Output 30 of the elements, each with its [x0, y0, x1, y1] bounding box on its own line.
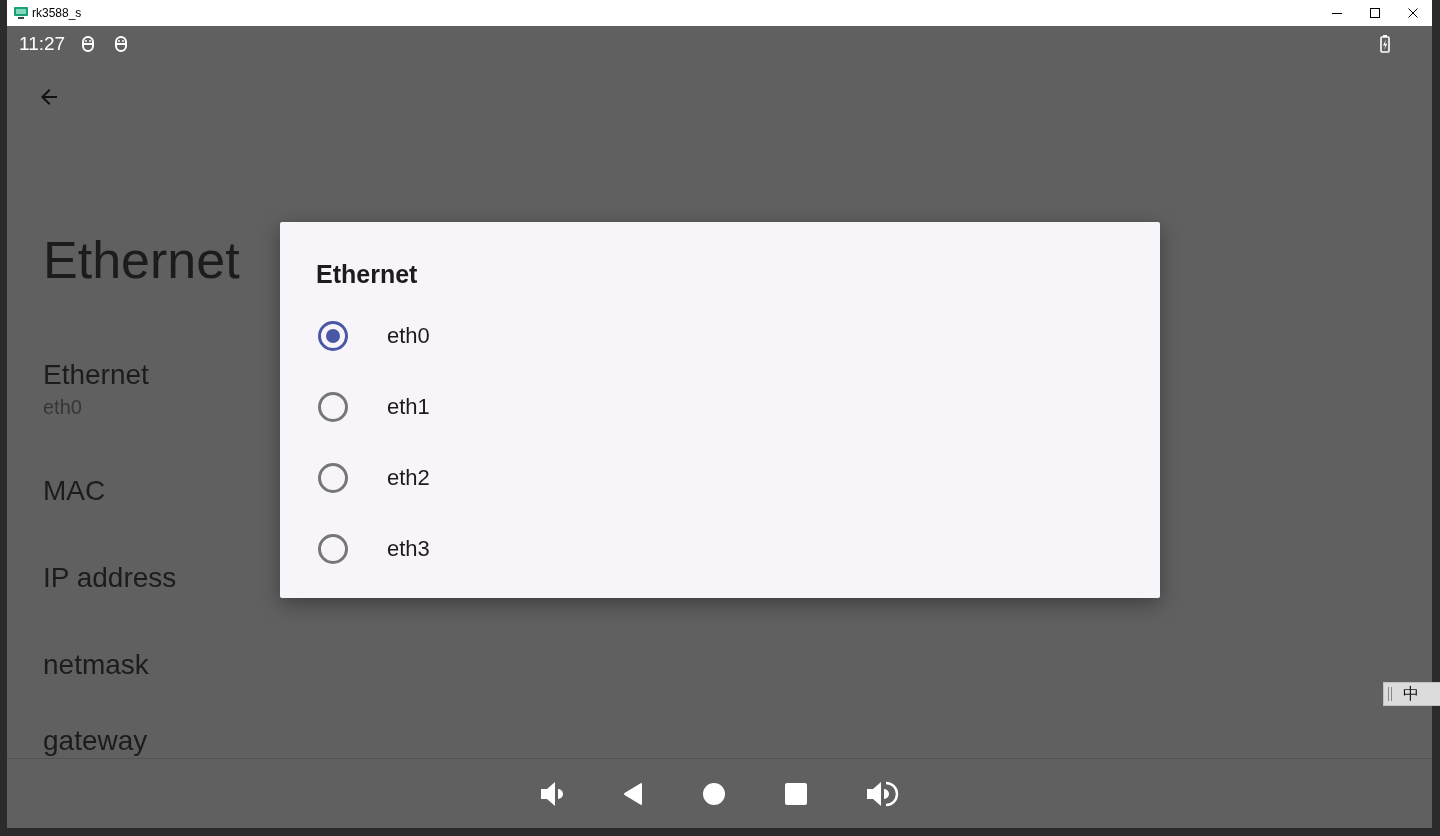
- setting-title: netmask: [43, 650, 149, 680]
- robot-face-icon: [81, 36, 96, 52]
- maximize-icon: [1370, 8, 1380, 18]
- input-mode-toggle[interactable]: 中: [1403, 685, 1419, 703]
- volume-up-icon[interactable]: [866, 779, 899, 808]
- window-title: rk3588_s: [32, 6, 82, 20]
- page-title: Ethernet: [43, 230, 240, 290]
- option-label: eth0: [387, 322, 430, 349]
- close-icon: [1408, 8, 1418, 18]
- recents-icon[interactable]: [784, 782, 807, 805]
- setting-title: MAC: [43, 476, 106, 506]
- option-label: eth3: [387, 535, 430, 562]
- setting-title: gateway: [43, 726, 148, 756]
- radio-button[interactable]: [318, 391, 348, 422]
- clock-time: 11:27: [19, 33, 66, 55]
- dialog-title: Ethernet: [316, 259, 418, 289]
- battery-charging-icon: [1380, 35, 1390, 53]
- setting-title: IP address: [43, 563, 177, 593]
- home-icon[interactable]: [702, 782, 725, 805]
- option-label: eth2: [387, 464, 430, 491]
- radio-button[interactable]: [318, 320, 348, 351]
- setting-title: Ethernet: [43, 360, 149, 390]
- radio-button[interactable]: [318, 533, 348, 564]
- monitor-icon: [14, 7, 28, 19]
- radio-button[interactable]: [318, 462, 348, 493]
- volume-down-icon[interactable]: [540, 779, 563, 808]
- back-icon[interactable]: [622, 781, 643, 806]
- grip-icon: [1388, 687, 1392, 701]
- robot-face-icon: [114, 36, 129, 52]
- option-label: eth1: [387, 393, 430, 420]
